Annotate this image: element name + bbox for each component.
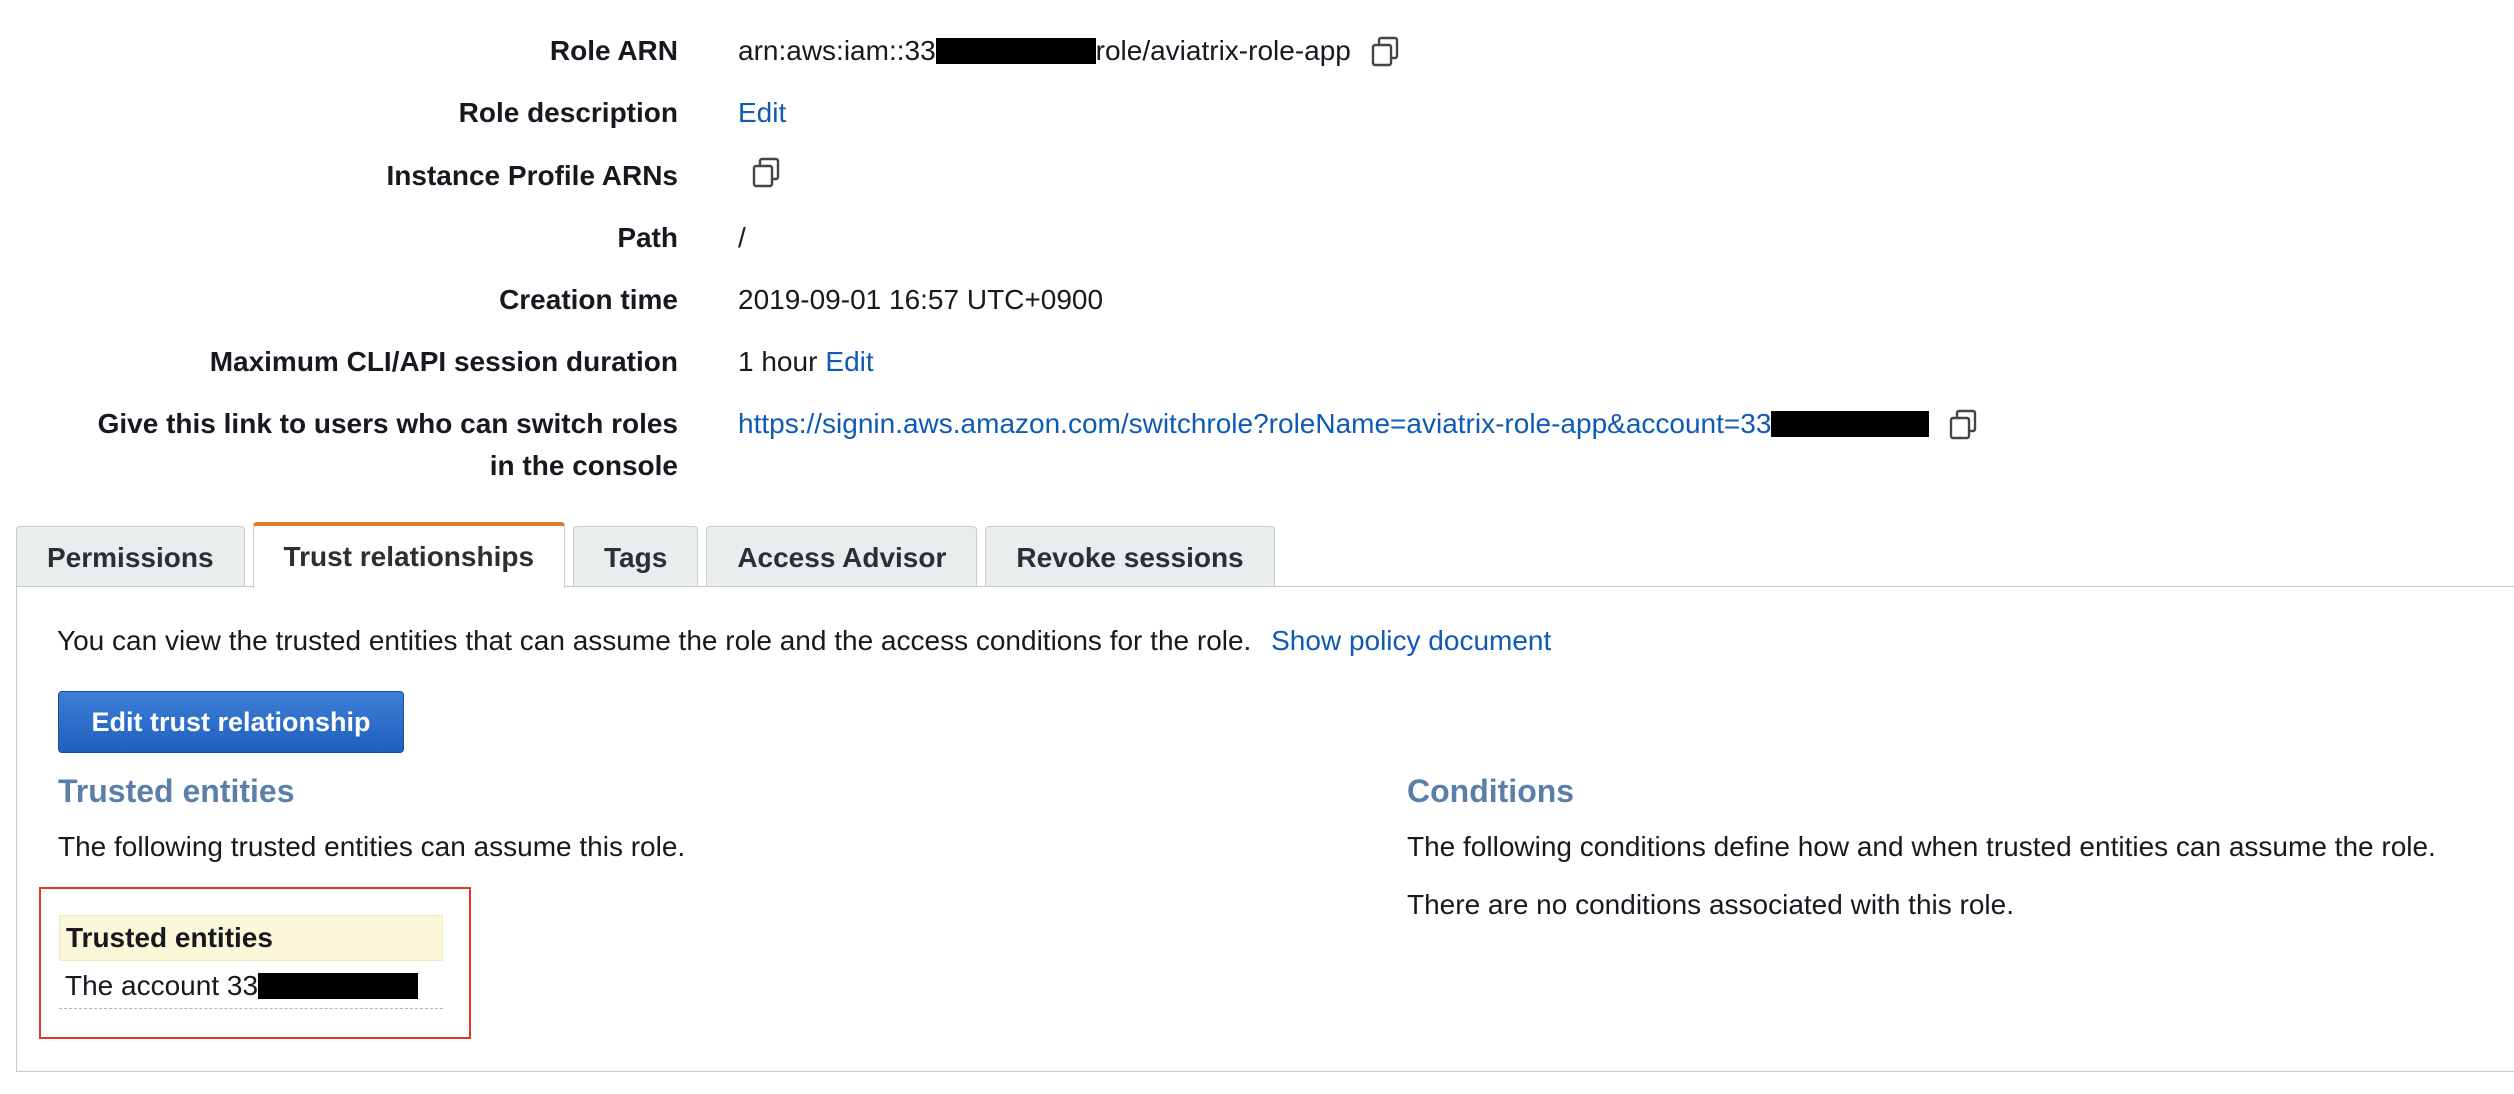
creation-time-value: 2019-09-01 16:57 UTC+0900 — [738, 284, 1104, 315]
edit-trust-relationship-button[interactable]: Edit trust relationship — [58, 691, 404, 753]
show-policy-document-link[interactable]: Show policy document — [1271, 625, 1551, 656]
tab-access-advisor[interactable]: Access Advisor — [706, 526, 978, 588]
trusted-entities-highlight: Trusted entities The account 33 — [39, 887, 471, 1039]
switch-link-label-line2: in the console — [489, 450, 678, 481]
role-tabs: Permissions Trust relationships Tags Acc… — [16, 522, 1283, 588]
conditions-title: Conditions — [1407, 773, 1575, 809]
switch-link-label: Give this link to users who can switch r… — [38, 403, 678, 487]
max-session-duration: 1 hour — [738, 346, 818, 377]
conditions-description: The following conditions define how and … — [1407, 831, 2436, 862]
switch-role-url-link[interactable]: https://signin.aws.amazon.com/switchrole… — [738, 403, 1771, 445]
trusted-entities-description: The following trusted entities can assum… — [58, 831, 686, 862]
copy-icon[interactable] — [1947, 407, 1981, 441]
path-label: Path — [617, 222, 678, 253]
path-value: / — [738, 222, 746, 253]
tab-trust-relationships[interactable]: Trust relationships — [252, 522, 566, 588]
trusted-entity-account: The account 33 — [65, 969, 259, 1001]
instance-profile-arns-value — [732, 155, 784, 189]
redaction-bar — [935, 38, 1096, 64]
copy-icon[interactable] — [750, 155, 784, 189]
switch-link-value: https://signin.aws.amazon.com/switchrole… — [738, 403, 1981, 445]
trusted-entity-row: The account 33 — [59, 963, 443, 1009]
edit-session-duration-link[interactable]: Edit — [825, 341, 873, 383]
role-arn-value: arn:aws:iam::33 role/aviatrix-role-app — [738, 30, 1403, 72]
max-session-value: 1 hour Edit — [738, 341, 874, 383]
tab-revoke-sessions[interactable]: Revoke sessions — [985, 526, 1275, 588]
panel-intro: You can view the trusted entities that c… — [57, 621, 1551, 661]
trusted-entities-table-header: Trusted entities — [59, 915, 443, 961]
redaction-bar — [258, 972, 419, 999]
role-arn-prefix: arn:aws:iam::33 — [738, 35, 936, 66]
role-arn-suffix: role/aviatrix-role-app — [1095, 35, 1351, 66]
tab-permissions[interactable]: Permissions — [16, 526, 245, 588]
trusted-entities-title: Trusted entities — [58, 773, 295, 809]
role-arn-label: Role ARN — [549, 35, 678, 66]
instance-profile-arns-label: Instance Profile ARNs — [386, 160, 678, 191]
conditions-empty-text: There are no conditions associated with … — [1407, 889, 2014, 920]
role-description-label: Role description — [458, 97, 678, 128]
switch-link-label-line1: Give this link to users who can switch r… — [97, 408, 678, 439]
trust-relationships-panel: You can view the trusted entities that c… — [16, 586, 2514, 1072]
intro-text: You can view the trusted entities that c… — [57, 625, 1252, 656]
creation-time-label: Creation time — [499, 284, 678, 315]
role-description-value: Edit — [738, 92, 786, 134]
edit-description-link[interactable]: Edit — [738, 92, 786, 134]
tab-tags[interactable]: Tags — [573, 526, 699, 588]
max-session-label: Maximum CLI/API session duration — [209, 346, 678, 377]
copy-icon[interactable] — [1369, 34, 1403, 68]
redaction-bar — [1771, 411, 1930, 437]
